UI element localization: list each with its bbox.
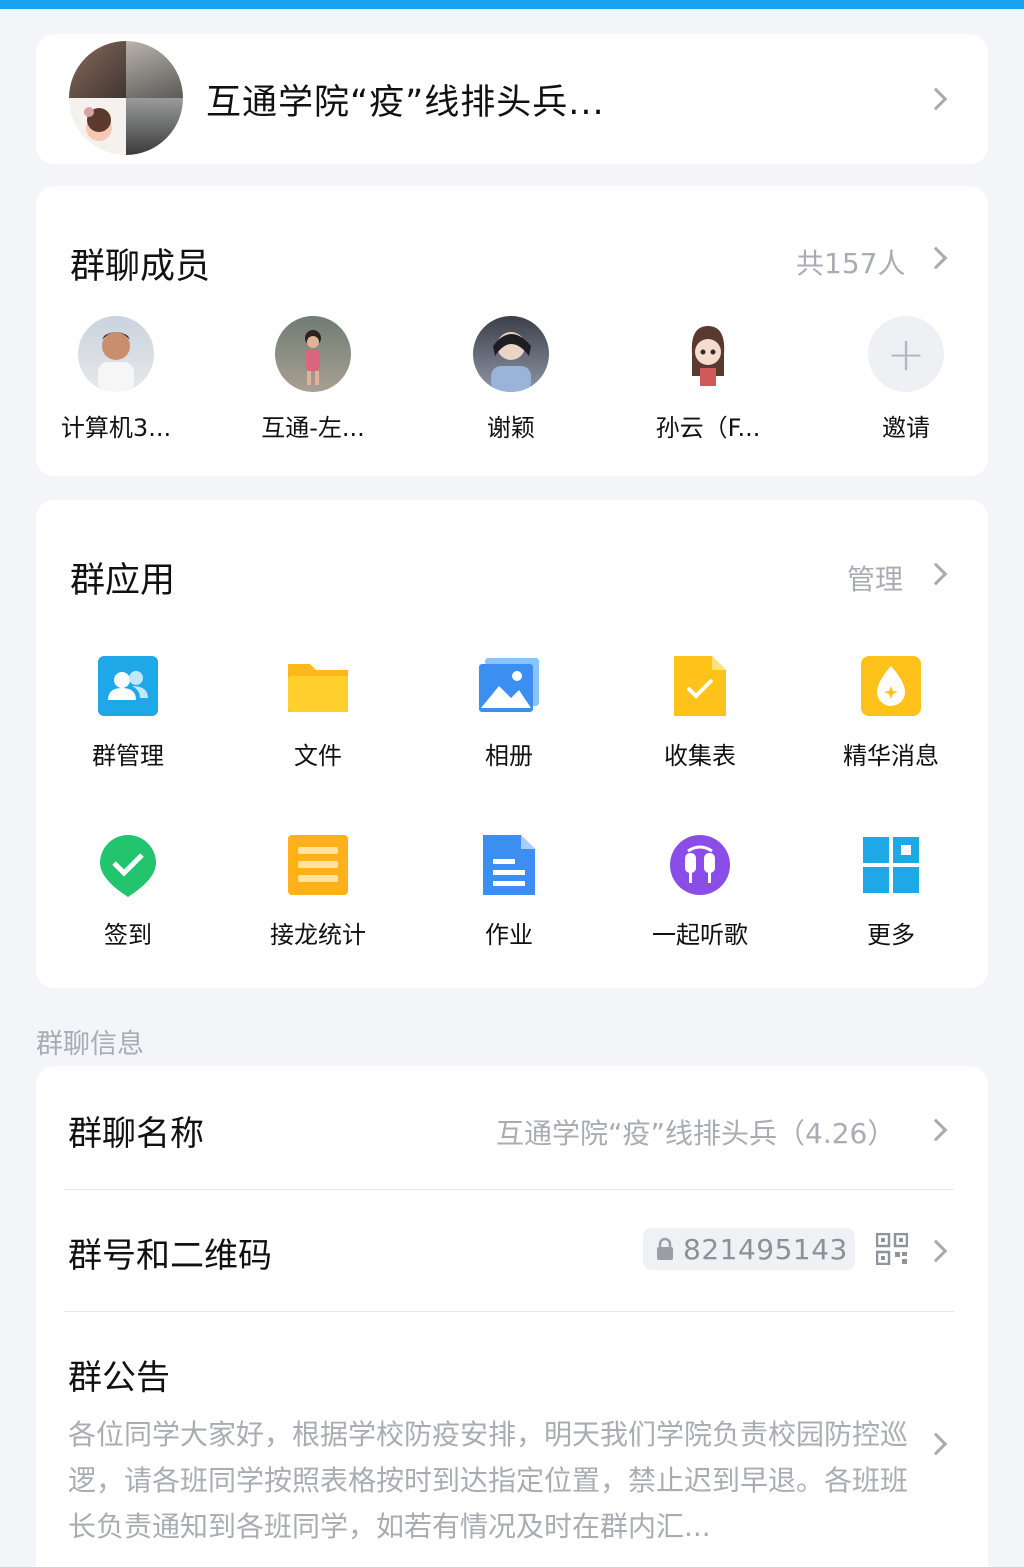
app-label: 群管理	[92, 742, 164, 770]
photo-album-icon	[477, 654, 541, 718]
notice-text: 各位同学大家好，根据学校防疫安排，明天我们学院负责校园防控巡逻，请各班同学按照表…	[68, 1418, 909, 1543]
group-header-card[interactable]: 互通学院“疫”线排头兵...	[36, 34, 988, 164]
member-name: 谢颖	[487, 414, 535, 442]
more-apps-icon	[859, 833, 923, 897]
member-item[interactable]: 计算机3...	[36, 316, 196, 443]
group-name-value: 互通学院“疫”线排头兵（4.26）	[496, 1117, 896, 1150]
essence-message-icon	[859, 654, 923, 718]
member-item[interactable]: 互通-左...	[233, 316, 393, 443]
invite-button[interactable]: + 邀请	[826, 316, 986, 443]
members-title: 群聊成员	[70, 247, 211, 287]
group-apps-card: 群应用 管理 群管理 文件 相册 收集表 精华消息 签到 接龙统计 作业 一起听…	[36, 500, 988, 988]
chevron-right-icon	[924, 1118, 948, 1142]
collect-form-icon	[668, 654, 732, 718]
app-label: 收集表	[664, 742, 736, 770]
app-collect-form[interactable]: 收集表	[625, 654, 775, 771]
app-essence-messages[interactable]: 精华消息	[816, 654, 966, 771]
app-group-manage[interactable]: 群管理	[53, 654, 203, 771]
app-label: 文件	[294, 742, 342, 770]
apps-title: 群应用	[70, 561, 176, 601]
avatar	[275, 316, 351, 392]
group-name: 互通学院“疫”线排头兵...	[206, 83, 605, 123]
group-id-value: 821495143	[683, 1232, 848, 1266]
app-label: 签到	[104, 921, 152, 949]
app-album[interactable]: 相册	[434, 654, 584, 771]
app-label: 相册	[485, 742, 533, 770]
qr-code-icon[interactable]	[876, 1233, 908, 1265]
row-title: 群号和二维码	[68, 1236, 272, 1276]
plus-icon: +	[868, 316, 944, 392]
app-label: 接龙统计	[270, 921, 366, 949]
avatar	[473, 316, 549, 392]
chevron-right-icon	[924, 1432, 948, 1456]
manage-link[interactable]: 管理	[847, 558, 903, 598]
member-count[interactable]: 共157人	[796, 242, 905, 282]
listen-together-icon	[668, 833, 732, 897]
homework-icon	[477, 833, 541, 897]
app-listen-together[interactable]: 一起听歌	[625, 833, 775, 950]
divider	[64, 1189, 954, 1190]
member-name: 互通-左...	[261, 414, 365, 442]
chevron-right-icon[interactable]	[924, 562, 948, 586]
chevron-right-icon[interactable]	[924, 246, 948, 270]
member-name: 孙云（F...	[655, 414, 761, 442]
chevron-right-icon	[924, 1239, 948, 1263]
app-label: 更多	[867, 921, 915, 949]
app-label: 一起听歌	[652, 921, 748, 949]
app-label: 精华消息	[843, 742, 939, 770]
row-title: 群公告	[68, 1358, 170, 1398]
app-relay-stats[interactable]: 接龙统计	[243, 833, 393, 950]
group-members-card: 群聊成员 共157人 计算机3... 互通-左... 谢颖 孙云（F... + …	[36, 186, 988, 476]
group-info-card: 群聊名称 互通学院“疫”线排头兵（4.26） 群号和二维码 821495143 …	[36, 1066, 988, 1567]
avatar	[670, 316, 746, 392]
member-item[interactable]: 谢颖	[431, 316, 591, 443]
group-manage-icon	[96, 654, 160, 718]
section-caption: 群聊信息	[36, 1029, 144, 1060]
chevron-right-icon	[924, 87, 948, 111]
invite-label: 邀请	[882, 414, 930, 442]
app-homework[interactable]: 作业	[434, 833, 584, 950]
app-label: 作业	[485, 921, 533, 949]
app-more[interactable]: 更多	[816, 833, 966, 950]
relay-stats-icon	[286, 833, 350, 897]
member-name: 计算机3...	[60, 414, 172, 442]
check-in-icon	[96, 833, 160, 897]
folder-icon	[286, 654, 350, 718]
lock-icon	[657, 1237, 673, 1260]
divider	[64, 1311, 954, 1312]
avatar	[78, 316, 154, 392]
app-files[interactable]: 文件	[243, 654, 393, 771]
group-avatar	[69, 41, 183, 155]
row-title: 群聊名称	[68, 1114, 204, 1154]
member-item[interactable]: 孙云（F...	[628, 316, 788, 443]
app-check-in[interactable]: 签到	[53, 833, 203, 950]
group-id-badge: 821495143	[643, 1228, 855, 1270]
top-accent-bar	[0, 0, 1024, 9]
